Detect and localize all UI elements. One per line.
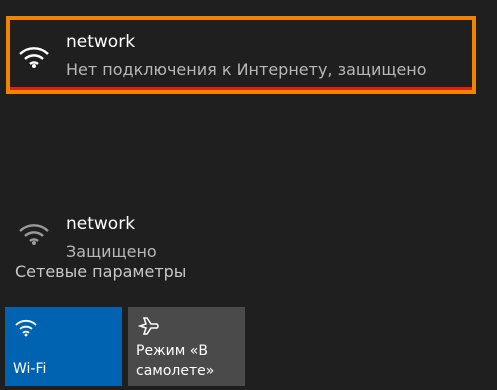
wifi-signal-icon [19, 47, 49, 68]
wifi-signal-icon [19, 224, 49, 245]
airplane-mode-tile[interactable]: Режим «В самолете» [128, 307, 245, 386]
wifi-toggle-tile[interactable]: Wi-Fi [5, 307, 122, 386]
airplane-tile-label: Режим «В самолете» [136, 343, 215, 379]
network-name: network [66, 214, 136, 234]
network-status: Нет подключения к Интернету, защищено [66, 60, 427, 79]
network-item-2[interactable]: network Защищено [0, 96, 497, 261]
network-settings-link[interactable]: Сетевые параметры [15, 262, 186, 281]
airplane-icon [138, 317, 159, 335]
network-item-1[interactable]: network Нет подключения к Интернету, защ… [0, 0, 497, 94]
selection-highlight [6, 16, 476, 94]
wifi-tile-label: Wi-Fi [13, 361, 47, 377]
wifi-icon [15, 319, 37, 337]
highlight-underline [10, 87, 472, 90]
network-name: network [66, 32, 136, 52]
network-status: Защищено [66, 242, 157, 261]
